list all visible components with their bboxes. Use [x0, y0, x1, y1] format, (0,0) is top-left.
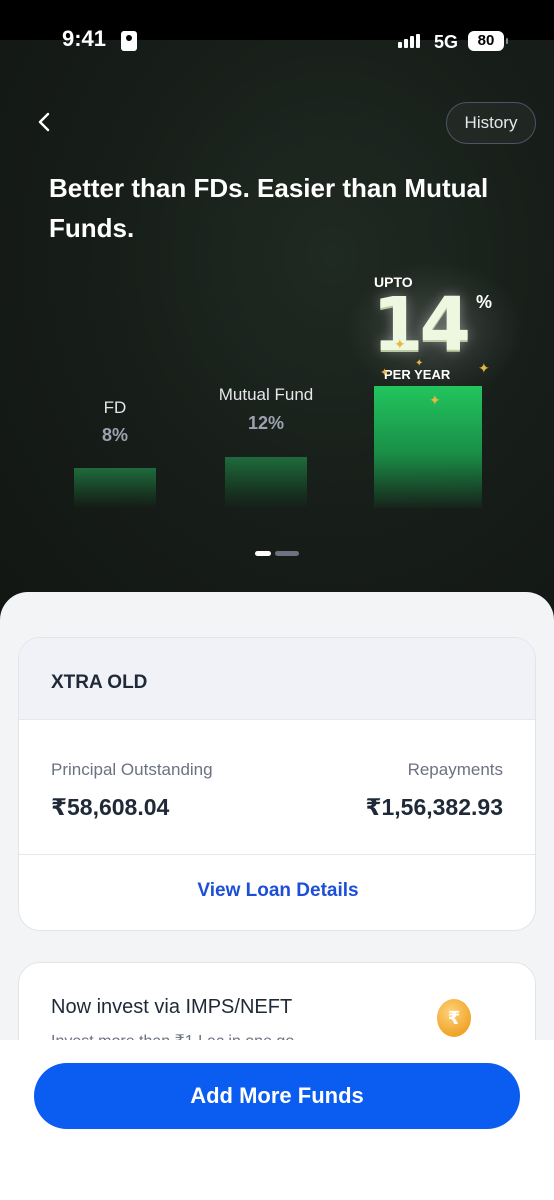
mutual-fund-bar: [225, 457, 307, 508]
loan-card: XTRA OLD Principal Outstanding ₹58,608.0…: [18, 637, 536, 931]
carousel-dot-active[interactable]: [255, 551, 271, 556]
view-loan-details-link[interactable]: View Loan Details: [19, 880, 535, 902]
divider: [19, 854, 535, 855]
sparkle-icon: ✦: [394, 336, 406, 352]
status-time: 9:41: [62, 26, 107, 51]
carousel-indicator[interactable]: [255, 551, 299, 556]
network-type: 5G: [434, 32, 459, 52]
principal-label: Principal Outstanding: [51, 760, 213, 779]
add-more-funds-button[interactable]: Add More Funds: [34, 1063, 520, 1129]
rupee-coin-icon: ₹: [437, 999, 471, 1037]
history-button[interactable]: History: [446, 102, 536, 144]
highlight-suffix: PER YEAR: [384, 367, 451, 382]
signal-icon: [398, 34, 420, 48]
focus-id-icon: [121, 31, 137, 51]
battery-icon: 80: [468, 31, 508, 51]
sparkle-icon: ✦: [415, 358, 424, 369]
loan-card-header: XTRA OLD: [19, 638, 535, 720]
mutual-fund-label: Mutual Fund: [218, 385, 314, 404]
fintech-bar: [374, 386, 482, 508]
hero-title: Better than FDs. Easier than Mutual Fund…: [49, 173, 489, 243]
sparkle-icon: ✦: [478, 360, 490, 376]
carousel-dot[interactable]: [275, 551, 299, 556]
principal-value: ₹58,608.04: [51, 794, 170, 820]
highlight-value: 14: [372, 282, 471, 368]
sparkle-icon: ✦: [380, 367, 390, 379]
promo-title: Now invest via IMPS/NEFT: [51, 996, 293, 1018]
status-bar: 9:41 5G 80: [0, 0, 554, 52]
repayments-label: Repayments: [407, 760, 503, 779]
fd-label: FD: [103, 398, 127, 417]
repayments-value: ₹1,56,382.93: [365, 794, 503, 820]
highlight-unit: %: [476, 292, 493, 312]
loan-name: XTRA OLD: [51, 672, 148, 693]
fd-rate: 8%: [101, 425, 128, 445]
back-button[interactable]: [30, 108, 58, 136]
chevron-left-icon: [38, 112, 50, 132]
mutual-fund-rate: 12%: [247, 413, 285, 433]
fd-bar: [74, 468, 156, 508]
sparkle-icon: ✦: [429, 392, 441, 408]
